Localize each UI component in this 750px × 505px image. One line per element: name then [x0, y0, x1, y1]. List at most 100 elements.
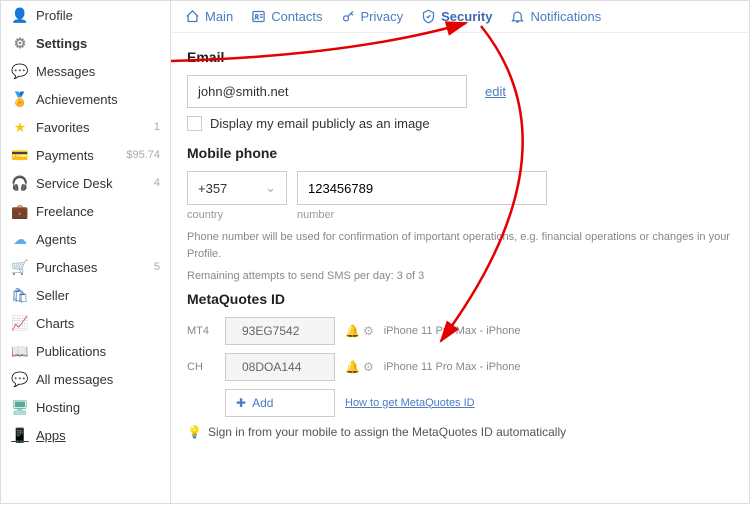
sidebar-item-messages[interactable]: 💬 Messages [1, 57, 170, 85]
sidebar-item-service-desk[interactable]: 🎧 Service Desk4 [1, 169, 170, 197]
sidebar-item-label: Purchases [36, 260, 154, 275]
mqid-code: 08DOA144 [242, 360, 301, 374]
tab-contacts[interactable]: Contacts [251, 9, 322, 24]
sidebar-item-settings[interactable]: ⚙Settings [1, 29, 170, 57]
tab-main[interactable]: Main [185, 9, 233, 24]
tab-privacy[interactable]: Privacy [341, 9, 404, 24]
sidebar-badge: 4 [154, 177, 160, 189]
sidebar-item-all-messages[interactable]: 💬 All messages [1, 365, 170, 393]
country-value: +357 [198, 181, 227, 196]
email-edit-link[interactable]: edit [485, 84, 506, 99]
bell-icon [510, 9, 525, 24]
sidebar-item-profile[interactable]: 👤 Profile [1, 1, 170, 29]
sidebar-icon: 🏅 [11, 90, 29, 108]
tab-label: Security [441, 9, 492, 24]
gear-icon[interactable]: ⚙ [363, 324, 374, 338]
sidebar-item-achievements[interactable]: 🏅Achievements [1, 85, 170, 113]
sidebar-item-label: Favorites [36, 120, 154, 135]
phone-attempts-text: Remaining attempts to send SMS per day: … [187, 268, 733, 285]
sidebar-item-label: Service Desk [36, 176, 154, 191]
sidebar-item-purchases[interactable]: 🛒 Purchases5 [1, 253, 170, 281]
shield-icon [421, 9, 436, 24]
sidebar-icon: 💬 [11, 62, 29, 80]
tab-security[interactable]: Security [421, 9, 492, 24]
sidebar-badge: 5 [154, 261, 160, 273]
home-icon [185, 9, 200, 24]
email-public-label: Display my email publicly as an image [210, 116, 430, 131]
sidebar-item-label: Profile [36, 8, 160, 23]
mqid-device: iPhone 11 Pro Max - iPhone [384, 361, 521, 373]
sidebar-item-label: Payments [36, 148, 126, 163]
sidebar-icon: 👤 [11, 6, 29, 24]
sidebar-item-seller[interactable]: 🛍 Seller [1, 281, 170, 309]
sidebar-icon: 💬 [11, 370, 29, 388]
email-value: john@smith.net [187, 75, 467, 108]
phone-help-text: Phone number will be used for confirmati… [187, 229, 733, 262]
sidebar-icon: 💳 [11, 146, 29, 164]
mqid-code-box[interactable]: 08DOA144 [225, 353, 335, 381]
tab-label: Main [205, 9, 233, 24]
sidebar-item-freelance[interactable]: 💼 Freelance [1, 197, 170, 225]
sidebar-item-payments[interactable]: 💳 Payments$95.74 [1, 141, 170, 169]
lightbulb-icon: 💡 [187, 425, 202, 439]
mqid-row: MT4 93EG7542 🔔⚙ iPhone 11 Pro Max - iPhone [187, 317, 733, 345]
sidebar-icon: 📈 [11, 314, 29, 332]
sidebar-icon: 📱 [11, 426, 29, 444]
gear-icon[interactable]: ⚙ [363, 360, 374, 374]
mqid-row-label: CH [187, 361, 215, 373]
mqid-row: CH 08DOA144 🔔⚙ iPhone 11 Pro Max - iPhone [187, 353, 733, 381]
email-public-checkbox[interactable] [187, 116, 202, 131]
email-heading: Email [187, 49, 733, 65]
sidebar-item-favorites[interactable]: ★ Favorites1 [1, 113, 170, 141]
sidebar-icon: 🛒 [11, 258, 29, 276]
tab-label: Notifications [530, 9, 601, 24]
mqid-heading: MetaQuotes ID [187, 291, 733, 307]
mqid-row-label: MT4 [187, 325, 215, 337]
sidebar-icon: 🖥 [11, 398, 29, 416]
sidebar-item-label: Settings [36, 36, 160, 51]
sidebar-icon: ☁ [11, 230, 29, 248]
sidebar-item-publications[interactable]: 📖 Publications [1, 337, 170, 365]
sidebar-icon: 🛍 [11, 286, 29, 304]
mqid-device: iPhone 11 Pro Max - iPhone [384, 325, 521, 337]
sidebar-item-label: Agents [36, 232, 160, 247]
sidebar-badge: 1 [154, 121, 160, 133]
mqid-add-button[interactable]: ✚ Add [225, 389, 335, 417]
mqid-tip: Sign in from your mobile to assign the M… [208, 425, 566, 439]
tab-label: Contacts [271, 9, 322, 24]
bell-icon[interactable]: 🔔 [345, 324, 360, 338]
main-panel: Main Contacts Privacy Security Notifications… [171, 1, 749, 503]
country-select[interactable]: +357 ⌄ [187, 171, 287, 205]
chevron-down-icon: ⌄ [265, 180, 276, 196]
country-sublabel: country [187, 209, 287, 221]
sidebar-icon: 📖 [11, 342, 29, 360]
plus-icon: ✚ [236, 396, 246, 410]
sidebar-icon: ★ [11, 118, 29, 136]
sidebar: 👤Profile⚙Settings💬Messages🏅Achievements★… [1, 1, 171, 503]
mqid-code: 93EG7542 [242, 324, 299, 338]
sidebar-item-label: Hosting [36, 400, 160, 415]
phone-number-input[interactable] [297, 171, 547, 205]
sidebar-item-label: Messages [36, 64, 160, 79]
sidebar-item-agents[interactable]: ☁ Agents [1, 225, 170, 253]
sidebar-item-hosting[interactable]: 🖥 Hosting [1, 393, 170, 421]
sidebar-item-label: All messages [36, 372, 160, 387]
sidebar-item-label: Freelance [36, 204, 160, 219]
sidebar-icon: 💼 [11, 202, 29, 220]
mqid-code-box[interactable]: 93EG7542 [225, 317, 335, 345]
contacts-icon [251, 9, 266, 24]
sidebar-item-label: Publications [36, 344, 160, 359]
sidebar-item-charts[interactable]: 📈Charts [1, 309, 170, 337]
number-sublabel: number [297, 209, 334, 221]
bell-icon[interactable]: 🔔 [345, 360, 360, 374]
sidebar-badge: $95.74 [126, 149, 160, 161]
sidebar-icon: 🎧 [11, 174, 29, 192]
tab-notifications[interactable]: Notifications [510, 9, 601, 24]
phone-heading: Mobile phone [187, 145, 733, 161]
sidebar-item-label: Apps [36, 428, 160, 443]
sidebar-item-label: Seller [36, 288, 160, 303]
mqid-how-link[interactable]: How to get MetaQuotes ID [345, 397, 475, 409]
tab-label: Privacy [361, 9, 404, 24]
tabs-bar: Main Contacts Privacy Security Notifications [171, 1, 749, 33]
sidebar-item-apps[interactable]: 📱 Apps [1, 421, 170, 449]
